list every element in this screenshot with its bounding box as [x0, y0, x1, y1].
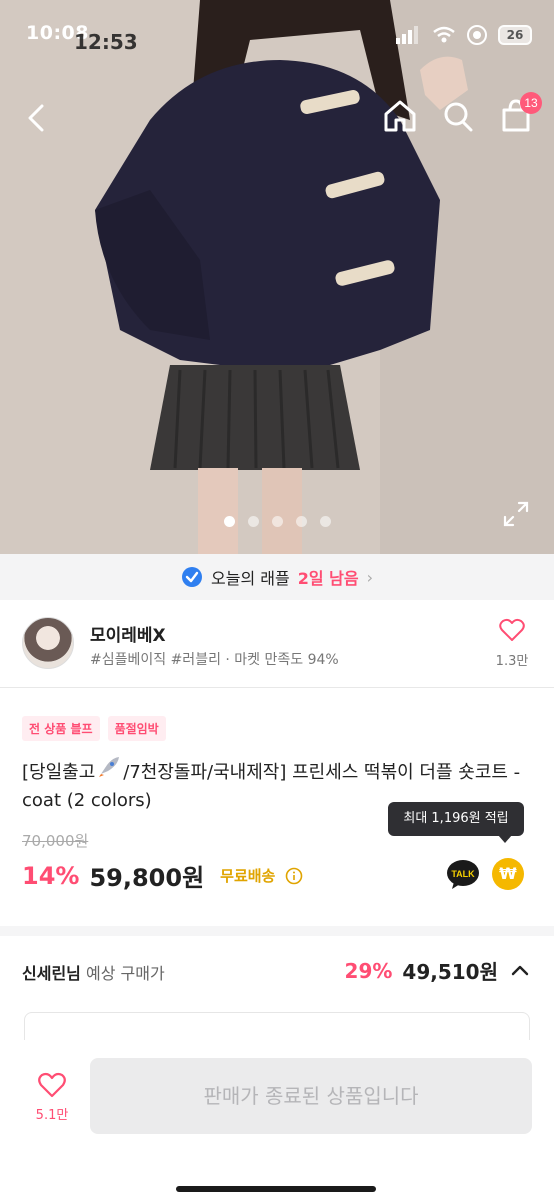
expected-price-values: 29% 49,510원	[345, 956, 532, 985]
sold-out-button[interactable]: 판매가 종료된 상품입니다	[90, 1058, 532, 1134]
carousel-dots	[0, 516, 554, 527]
price-row: 14% 59,800원 무료배송	[22, 858, 303, 893]
chevron-up-icon[interactable]	[508, 959, 532, 983]
heart-icon	[499, 618, 525, 641]
seller-name[interactable]: 모이레베X	[90, 621, 166, 646]
top-nav-actions: 13	[382, 92, 542, 136]
tag-almost-sold-out: 품절임박	[107, 716, 166, 741]
product-photo	[0, 0, 554, 554]
home-indicator	[176, 1186, 376, 1192]
verified-badge-icon	[182, 567, 203, 587]
section-divider	[0, 926, 554, 936]
product-like-button[interactable]: 5.1만	[28, 1072, 76, 1123]
cart-count-badge: 13	[520, 92, 542, 114]
expected-price-section[interactable]: 신세린님 예상 구매가 29% 49,510원	[0, 936, 554, 1006]
product-image-carousel[interactable]: 10:08 12:53 26 13	[0, 0, 554, 554]
discount-rate: 14%	[22, 861, 80, 890]
battery-indicator: 26	[498, 25, 532, 45]
seller-like-button[interactable]: 1.3만	[492, 618, 532, 669]
wifi-icon	[433, 26, 455, 43]
raffle-label: 오늘의 래플	[211, 569, 290, 588]
product-tags: 전 상품 블프 품절임박	[22, 716, 166, 741]
seller-section[interactable]: 모이레베X #심플베이직 #러블리 · 마켓 만족도 94% 1.3만	[0, 600, 554, 688]
info-icon[interactable]	[285, 867, 303, 885]
seller-avatar[interactable]	[22, 617, 74, 669]
raffle-remaining: 2일 남음	[297, 569, 359, 588]
won-points-icon[interactable]: ₩	[492, 858, 524, 890]
product-like-count: 5.1만	[35, 1108, 69, 1123]
search-icon	[444, 102, 473, 132]
original-price: 70,000원	[22, 832, 89, 850]
tag-black-friday: 전 상품 블프	[22, 716, 100, 741]
expand-icon[interactable]	[502, 500, 530, 528]
raffle-banner[interactable]: 오늘의 래플 2일 남음 ›	[0, 554, 554, 600]
seller-tags: #심플베이직 #러블리 · 마켓 만족도 94%	[90, 652, 339, 668]
battery-small-icon	[467, 25, 487, 45]
carousel-dot[interactable]	[271, 516, 283, 527]
home-button[interactable]	[382, 96, 418, 136]
kakao-talk-icon[interactable]: TALK	[446, 858, 480, 892]
cart-button[interactable]: 13	[498, 92, 542, 136]
user-name: 신세린님	[22, 964, 81, 983]
home-icon	[384, 100, 416, 132]
carousel-dot[interactable]	[223, 516, 235, 527]
carousel-dot[interactable]	[319, 516, 331, 527]
chevron-right-icon: ›	[366, 567, 373, 587]
status-icons: 26	[396, 24, 532, 46]
search-button[interactable]	[440, 96, 476, 136]
expected-price: 49,510원	[402, 960, 498, 984]
expected-price-label: 신세린님 예상 구매가	[22, 960, 165, 984]
back-button[interactable]	[20, 98, 56, 138]
status-bar: 10:08 12:53 26	[0, 0, 554, 70]
status-time-ghost: 12:53	[74, 30, 138, 54]
expected-price-text: 예상 구매가	[85, 964, 165, 983]
carousel-dot[interactable]	[295, 516, 307, 527]
expected-discount: 29%	[344, 958, 393, 983]
chevron-left-icon	[28, 104, 44, 132]
free-shipping-label: 무료배송	[220, 867, 276, 885]
sale-price: 59,800원	[89, 864, 205, 892]
kakao-talk-label: TALK	[451, 869, 475, 879]
carousel-dot[interactable]	[247, 516, 259, 527]
heart-icon	[38, 1072, 66, 1098]
bottom-action-bar: 5.1만 판매가 종료된 상품입니다	[0, 1040, 554, 1200]
seller-like-count: 1.3만	[495, 654, 529, 669]
rocket-icon	[99, 757, 120, 777]
product-title-prefix: [당일출고	[22, 762, 96, 783]
signal-icon	[396, 26, 418, 44]
points-tooltip: 최대 1,196원 적립	[388, 802, 524, 843]
